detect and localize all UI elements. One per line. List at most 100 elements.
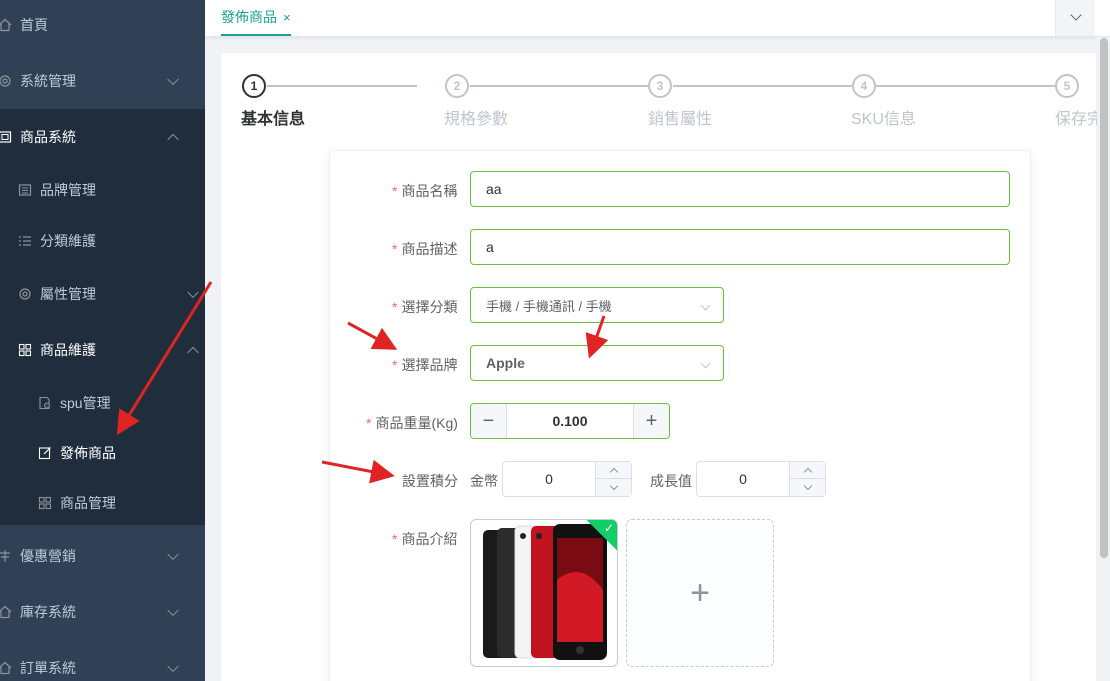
growth-value[interactable]: 0 xyxy=(697,462,789,496)
required-mark: * xyxy=(392,531,398,547)
increase-button[interactable] xyxy=(790,462,825,479)
decrease-button[interactable] xyxy=(596,479,631,496)
points-label: 設置積分 xyxy=(402,473,458,489)
gear-icon xyxy=(0,72,14,90)
category-select[interactable]: 手機 / 手機通訊 / 手機 xyxy=(470,287,724,323)
required-mark: * xyxy=(392,241,398,257)
sidebar-item-label: 優惠營銷 xyxy=(20,548,76,564)
chevron-down-icon xyxy=(167,73,179,86)
home-icon xyxy=(0,659,14,677)
check-icon: ✓ xyxy=(603,521,614,535)
step-connector xyxy=(470,85,648,87)
gold-spin-controls xyxy=(595,462,631,496)
sidebar-item-label: 商品管理 xyxy=(60,495,116,511)
growth-spin-controls xyxy=(789,462,825,496)
grid-icon xyxy=(16,341,34,359)
chevron-down-icon xyxy=(187,286,199,299)
sidebar-item-system[interactable]: 系統管理 xyxy=(0,53,201,109)
sidebar-item-label: 發佈商品 xyxy=(60,445,116,461)
edit-icon xyxy=(36,444,54,462)
close-icon[interactable]: × xyxy=(283,10,291,25)
label-text: 選擇分類 xyxy=(401,299,458,315)
sidebar-item-label: 系統管理 xyxy=(20,73,76,89)
sidebar-item-publish-product[interactable]: 發佈商品 xyxy=(36,425,205,481)
growth-label: 成長值 xyxy=(650,473,692,489)
increase-button[interactable] xyxy=(596,462,631,479)
required-mark: * xyxy=(392,357,398,373)
sidebar-item-attributes[interactable]: 屬性管理 xyxy=(16,266,205,322)
step-connector xyxy=(267,85,417,87)
brand-select[interactable]: Apple xyxy=(470,345,724,381)
sidebar-item-home[interactable]: 首頁 xyxy=(0,0,201,53)
chevron-down-icon xyxy=(167,604,179,617)
chevron-down-icon xyxy=(1069,9,1082,21)
upload-add-button[interactable]: + xyxy=(626,519,774,667)
step-5: 5 xyxy=(1055,74,1079,98)
home-icon xyxy=(0,16,14,34)
sidebar-item-label: 首頁 xyxy=(20,17,48,33)
sidebar-item-label: 商品維護 xyxy=(40,342,96,358)
sidebar-item-label: 屬性管理 xyxy=(40,286,96,302)
sidebar-item-label: 分類維護 xyxy=(40,233,96,249)
sidebar-item-inventory[interactable]: 庫存系統 xyxy=(0,584,201,640)
product-name-label: * 商品名稱 xyxy=(392,181,457,201)
sidebar-item-coupon[interactable]: 優惠營銷 xyxy=(0,528,201,584)
brand-icon xyxy=(16,181,34,199)
product-name-input[interactable]: aa xyxy=(470,171,1010,207)
weight-stepper[interactable]: − 0.100 + xyxy=(470,403,670,439)
sidebar-item-product-maintenance[interactable]: 商品維護 xyxy=(16,322,205,378)
chevron-up-icon xyxy=(187,346,199,359)
category-value: 手機 / 手機通訊 / 手機 xyxy=(486,298,612,314)
weight-label: * 商品重量(Kg) xyxy=(366,413,458,433)
scrollbar-thumb[interactable] xyxy=(1100,38,1108,558)
home-icon xyxy=(0,603,14,621)
sidebar-item-label: 商品系統 xyxy=(20,129,76,145)
uploaded-image[interactable]: ✓ xyxy=(470,519,618,667)
sidebar-item-label: 訂單系統 xyxy=(20,660,76,676)
tab-publish-product[interactable]: 發佈商品 × xyxy=(221,0,291,36)
product-desc-input[interactable]: a xyxy=(470,229,1010,265)
chevron-down-icon xyxy=(700,358,711,369)
gold-input[interactable]: 0 xyxy=(502,461,632,497)
sidebar-item-label: 庫存系統 xyxy=(20,604,76,620)
sidebar-item-category[interactable]: 分類維護 xyxy=(16,213,205,269)
chevron-up-icon xyxy=(167,133,179,146)
growth-input[interactable]: 0 xyxy=(696,461,826,497)
gold-value[interactable]: 0 xyxy=(503,462,595,496)
label-text: 商品重量(Kg) xyxy=(375,415,458,431)
step-number: 4 xyxy=(852,74,876,98)
chevron-down-icon xyxy=(609,481,618,490)
label-text: 商品介紹 xyxy=(401,531,458,547)
product-desc-label: * 商品描述 xyxy=(392,239,457,259)
step-2: 2 xyxy=(445,74,469,98)
grid-icon xyxy=(36,494,54,512)
step-connector xyxy=(673,85,852,87)
weight-value[interactable]: 0.100 xyxy=(507,404,633,438)
step-title-clip: 保存完成 xyxy=(1055,105,1097,129)
label-text: 商品名稱 xyxy=(401,183,458,199)
label-text: 商品描述 xyxy=(401,241,458,257)
step-number: 1 xyxy=(242,74,266,98)
sidebar-item-spu[interactable]: spu管理 xyxy=(36,375,205,431)
tab-label: 發佈商品 xyxy=(221,9,277,25)
sidebar-item-label: 品牌管理 xyxy=(40,182,96,198)
coupon-icon xyxy=(0,547,14,565)
chevron-down-icon xyxy=(167,548,179,561)
sidebar-item-product-management[interactable]: 商品管理 xyxy=(36,475,205,531)
required-mark: * xyxy=(366,415,372,431)
sidebar-item-brand[interactable]: 品牌管理 xyxy=(16,162,205,218)
step-connector xyxy=(876,85,1056,87)
decrease-button[interactable] xyxy=(790,479,825,496)
sidebar-item-orders[interactable]: 訂單系統 xyxy=(0,640,201,681)
minus-button[interactable]: − xyxy=(471,404,507,438)
sidebar-item-product-system[interactable]: 商品系統 xyxy=(0,109,201,165)
tabs-dropdown-button[interactable] xyxy=(1055,0,1095,36)
tabs-bar: 發佈商品 × xyxy=(205,0,1110,37)
plus-button[interactable]: + xyxy=(633,404,669,438)
list-icon xyxy=(16,232,34,250)
chevron-down-icon xyxy=(803,481,812,490)
step-3: 3 xyxy=(648,74,672,98)
phone-thumbnail xyxy=(483,524,607,660)
step-number: 2 xyxy=(445,74,469,98)
product-icon xyxy=(0,128,14,146)
